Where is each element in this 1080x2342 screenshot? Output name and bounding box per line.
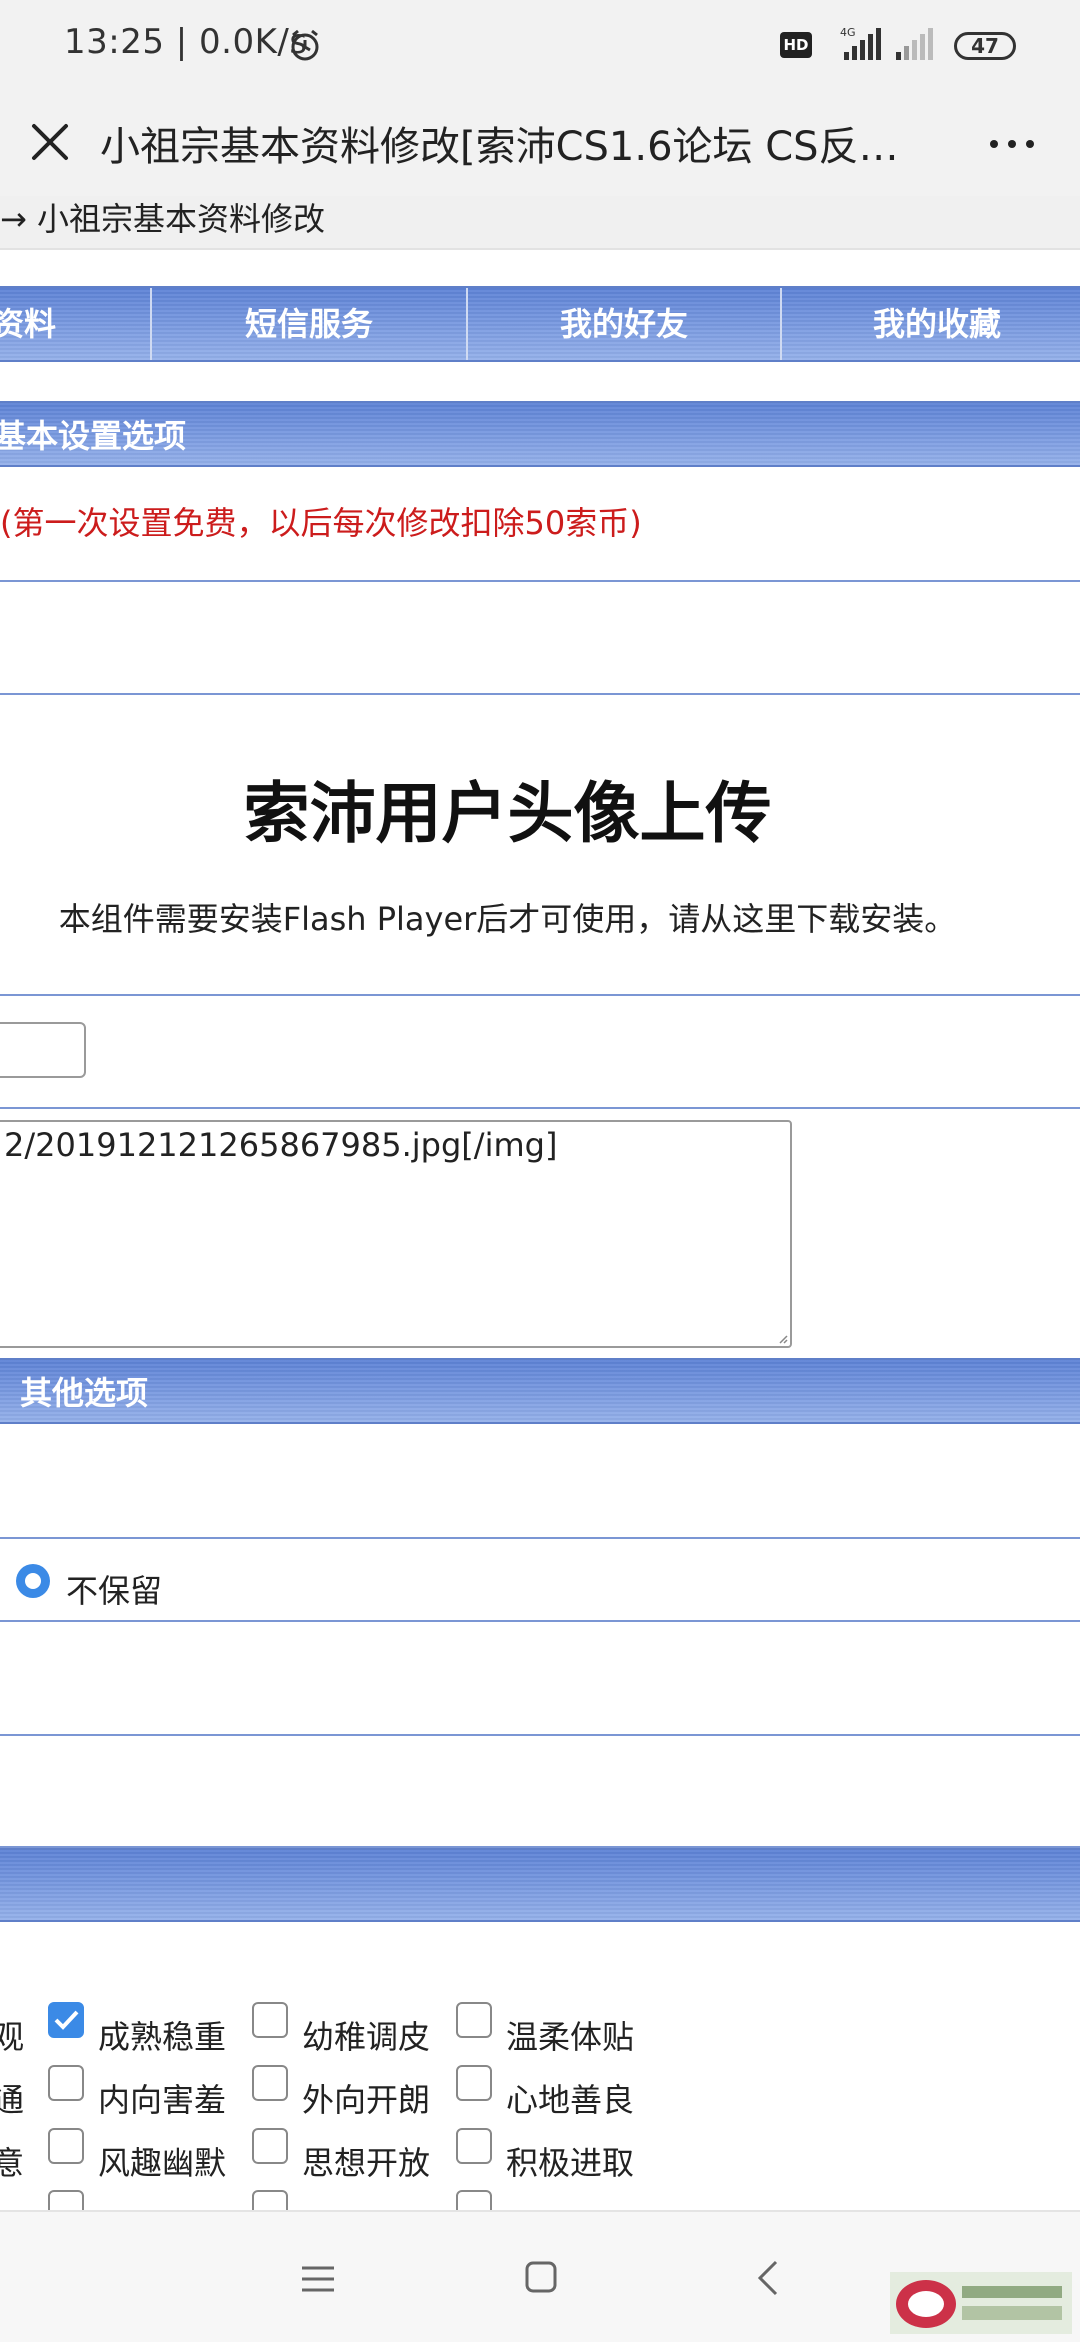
checkbox-outgoing[interactable] (252, 2065, 288, 2101)
checkbox-label[interactable]: 心地善良 (506, 2075, 634, 2121)
tab-my-friends[interactable]: 我的好友 (468, 288, 782, 360)
section-header-other-options: 其他选项 (0, 1358, 1080, 1424)
fee-note: (第一次设置免费，以后每次修改扣除50索币) (0, 504, 642, 542)
row-label: 通 (0, 2081, 25, 2119)
avatar-upload-heading: 索沛用户头像上传 (243, 775, 772, 852)
checkbox-introverted[interactable] (48, 2065, 84, 2101)
signal-bars-icon (896, 28, 933, 60)
tab-sms-service[interactable]: 短信服务 (152, 288, 468, 360)
resize-grip-icon[interactable] (778, 1334, 788, 1344)
tab-profile[interactable]: 资料 (0, 288, 152, 360)
checkbox-open-minded[interactable] (252, 2128, 288, 2164)
form-row-empty (0, 1424, 1080, 1539)
checkbox-label[interactable]: 风趣幽默 (98, 2138, 226, 2184)
battery-indicator: 47 (954, 32, 1016, 60)
hd-badge: HD (780, 32, 812, 58)
checkbox-label[interactable]: 温柔体贴 (506, 2012, 634, 2058)
checkbox-label[interactable]: 外向开朗 (302, 2075, 430, 2121)
checkbox-label[interactable]: 内向害羞 (98, 2075, 226, 2121)
radio-not-keep[interactable] (14, 1562, 52, 1600)
checkbox-playful[interactable] (252, 2002, 288, 2038)
row-label: 意 (0, 2144, 25, 2182)
checkbox-label[interactable]: 积极进取 (506, 2138, 634, 2184)
close-icon[interactable] (22, 114, 78, 170)
form-row-empty (0, 1622, 1080, 1736)
radio-label-not-keep[interactable]: 不保留 (66, 1566, 162, 1612)
status-bar: 13:25 | 0.0K/s HD 4G 47 (0, 0, 1080, 96)
checkbox-label[interactable]: 思想开放 (302, 2138, 430, 2184)
row-label: 观 (0, 2018, 25, 2056)
checkbox-ambitious[interactable] (456, 2128, 492, 2164)
form-row-input (0, 996, 1080, 1109)
breadcrumb: → 小祖宗基本资料修改 (0, 196, 1080, 250)
text-input[interactable] (0, 1022, 86, 1078)
checkbox-label[interactable]: 幼稚调皮 (302, 2012, 430, 2058)
checkbox-label[interactable]: 成熟稳重 (98, 2012, 226, 2058)
watermark-logo (890, 2272, 1072, 2334)
back-icon[interactable] (754, 2258, 782, 2298)
form-row-empty (0, 582, 1080, 695)
flash-player-note[interactable]: 本组件需要安装Flash Player后才可使用，请从这里下载安装。 (0, 894, 1015, 940)
status-time: 13:25 | 0.0K/s (64, 22, 308, 62)
menu-icon[interactable] (298, 2262, 338, 2296)
more-options-icon[interactable] (984, 124, 1040, 164)
section-title: 基本设置选项 (0, 417, 187, 455)
section-title: 其他选项 (20, 1374, 149, 1412)
page-title: 小祖宗基本资料修改[索沛CS1.6论坛 CS反… (100, 124, 899, 170)
checkbox-gentle[interactable] (456, 2002, 492, 2038)
nav-tabs: 资料 短信服务 我的好友 我的收藏 (0, 286, 1080, 362)
breadcrumb-text[interactable]: → 小祖宗基本资料修改 (0, 196, 325, 242)
tab-my-favorites[interactable]: 我的收藏 (782, 288, 1080, 360)
title-bar: 小祖宗基本资料修改[索沛CS1.6论坛 CS反… (0, 96, 1080, 196)
checkbox-humorous[interactable] (48, 2128, 84, 2164)
home-icon[interactable] (524, 2260, 558, 2294)
form-row-empty (0, 1736, 1080, 1848)
section-header-personality (0, 1848, 1080, 1922)
checkbox-kind[interactable] (456, 2065, 492, 2101)
network-label: 4G (840, 26, 856, 39)
checkbox-mature[interactable] (48, 2002, 84, 2038)
alarm-icon (291, 29, 319, 61)
signal-4g-icon: 4G (840, 26, 881, 60)
section-header-basic-settings: 基本设置选项 (0, 401, 1080, 467)
check-icon (54, 2010, 79, 2030)
signature-textarea[interactable]: 2/201912121265867985.jpg[/img] (0, 1120, 792, 1348)
